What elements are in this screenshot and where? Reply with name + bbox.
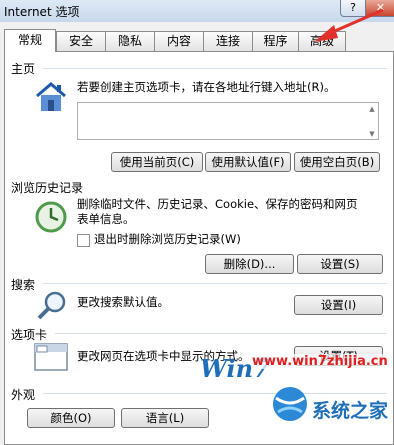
- site-watermark: Win7 www.win7zhijia.cn 系统之家: [200, 352, 394, 441]
- watermark-brand: 系统之家: [312, 400, 389, 422]
- colors-button[interactable]: 颜色(O): [27, 408, 115, 428]
- tabbed-window-icon: [34, 343, 68, 371]
- delete-history-button[interactable]: 删除(D)...: [205, 254, 294, 274]
- history-description-line2: 表单信息。: [77, 212, 135, 226]
- delete-on-exit-checkbox[interactable]: [77, 234, 90, 247]
- tab-connections[interactable]: 连接: [203, 31, 253, 51]
- search-divider: [43, 283, 387, 284]
- tabbed-divider: [55, 333, 387, 334]
- home-icon: [36, 82, 66, 111]
- use-default-button[interactable]: 使用默认值(F): [205, 152, 291, 172]
- homepage-address-input[interactable]: ▲ ▼: [77, 102, 379, 140]
- red-arrow-annotation: [314, 8, 384, 42]
- search-magnifier-icon: [37, 291, 66, 320]
- tab-content[interactable]: 内容: [154, 31, 204, 51]
- use-blank-button[interactable]: 使用空白页(B): [294, 152, 380, 172]
- search-settings-button[interactable]: 设置(I): [294, 295, 383, 315]
- tabbed-group-label: 选项卡: [11, 326, 52, 343]
- use-current-button[interactable]: 使用当前页(C): [111, 152, 203, 172]
- scroll-down-icon[interactable]: ▼: [366, 130, 378, 138]
- textarea-scrollbar[interactable]: ▲ ▼: [366, 103, 378, 139]
- homepage-group-label: 主页: [11, 60, 40, 77]
- watermark-globe-icon: [273, 387, 307, 421]
- history-settings-button[interactable]: 设置(S): [297, 254, 383, 274]
- delete-on-exit-label[interactable]: 退出时删除浏览历史记录(W): [94, 232, 241, 247]
- history-group-label: 浏览历史记录: [11, 179, 88, 196]
- search-description: 更改搜索默认值。: [77, 295, 169, 309]
- languages-button[interactable]: 语言(L): [121, 408, 209, 428]
- tab-programs[interactable]: 程序: [252, 31, 299, 51]
- homepage-divider: [43, 68, 387, 69]
- scroll-up-icon[interactable]: ▲: [366, 105, 378, 113]
- homepage-description: 若要创建主页选项卡，请在各地址行键入地址(R)。: [77, 80, 336, 94]
- watermark-url: www.win7zhijia.cn: [252, 354, 388, 369]
- tab-privacy[interactable]: 隐私: [105, 31, 155, 51]
- appearance-group-label: 外观: [11, 386, 40, 403]
- window-title: Internet 选项: [4, 5, 80, 19]
- history-clock-icon: [35, 201, 67, 233]
- tab-security[interactable]: 安全: [56, 31, 106, 51]
- history-description-line1: 删除临时文件、历史记录、Cookie、保存的密码和网页: [77, 197, 358, 211]
- tab-general[interactable]: 常规: [4, 29, 56, 52]
